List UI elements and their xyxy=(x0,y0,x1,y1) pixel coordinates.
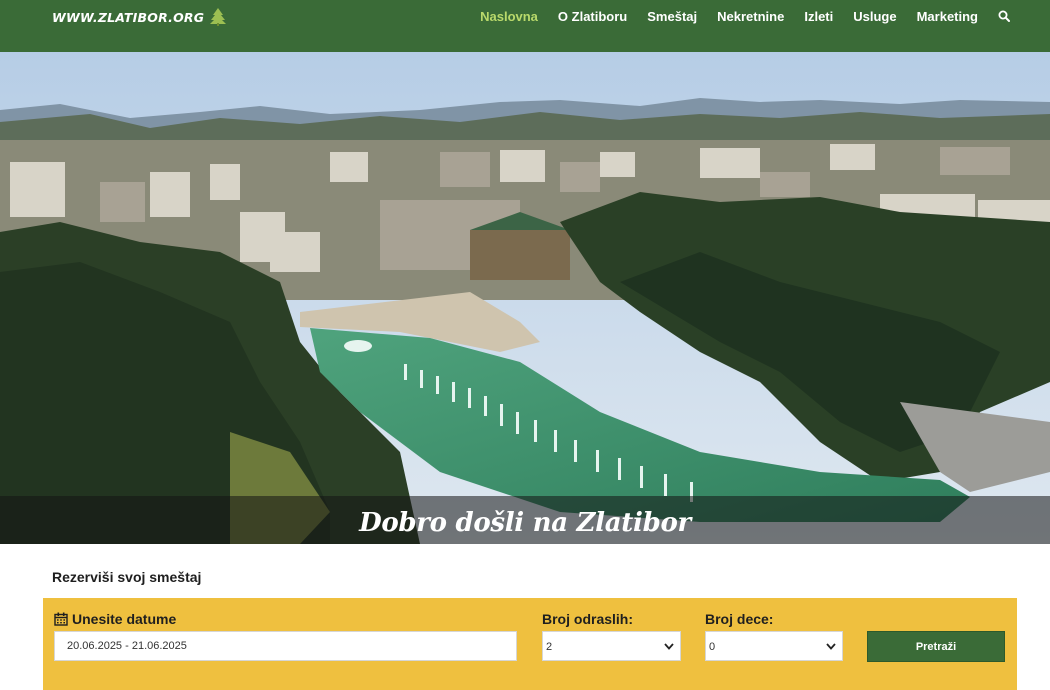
hero-photo xyxy=(0,52,1050,544)
menu-item-o-zlatiboru[interactable]: O Zlatiboru xyxy=(558,9,627,24)
menu-item-nekretnine[interactable]: Nekretnine xyxy=(717,9,784,24)
menu-item-marketing[interactable]: Marketing xyxy=(917,9,978,24)
booking-form: Unesite datume 20.06.2025 - 21.06.2025 B… xyxy=(43,598,1017,690)
hero-banner: Dobro došli na Zlatibor xyxy=(0,52,1050,544)
calendar-icon xyxy=(54,612,68,626)
adults-value: 2 xyxy=(546,641,553,653)
pine-tree-icon xyxy=(210,8,227,26)
children-value: 0 xyxy=(709,641,716,653)
main-menu: Naslovna O Zlatiboru Smeštaj Nekretnine … xyxy=(460,8,1010,24)
chevron-down-icon xyxy=(826,643,836,650)
top-navbar: WWW.ZLATIBOR.ORG Naslovna O Zlatiboru Sm… xyxy=(0,0,1050,52)
children-label: Broj dece: xyxy=(705,611,774,627)
menu-item-usluge[interactable]: Usluge xyxy=(853,9,896,24)
menu-item-smestaj[interactable]: Smeštaj xyxy=(647,9,697,24)
search-icon[interactable] xyxy=(998,10,1010,22)
hero-caption: Dobro došli na Zlatibor xyxy=(359,508,691,538)
site-logo[interactable]: WWW.ZLATIBOR.ORG xyxy=(52,7,227,27)
logo-text[interactable]: WWW.ZLATIBOR.ORG xyxy=(52,10,204,25)
dates-label-group: Unesite datume xyxy=(54,611,176,627)
menu-item-naslovna[interactable]: Naslovna xyxy=(480,9,538,24)
dates-input[interactable]: 20.06.2025 - 21.06.2025 xyxy=(54,631,517,661)
booking-title: Rezerviši svoj smeštaj xyxy=(52,569,202,585)
chevron-down-icon xyxy=(664,643,674,650)
adults-select[interactable]: 2 xyxy=(542,631,681,661)
children-select[interactable]: 0 xyxy=(705,631,843,661)
menu-item-izleti[interactable]: Izleti xyxy=(804,9,833,24)
adults-label: Broj odraslih: xyxy=(542,611,634,627)
search-button[interactable]: Pretraži xyxy=(867,631,1005,662)
dates-label: Unesite datume xyxy=(72,611,177,627)
